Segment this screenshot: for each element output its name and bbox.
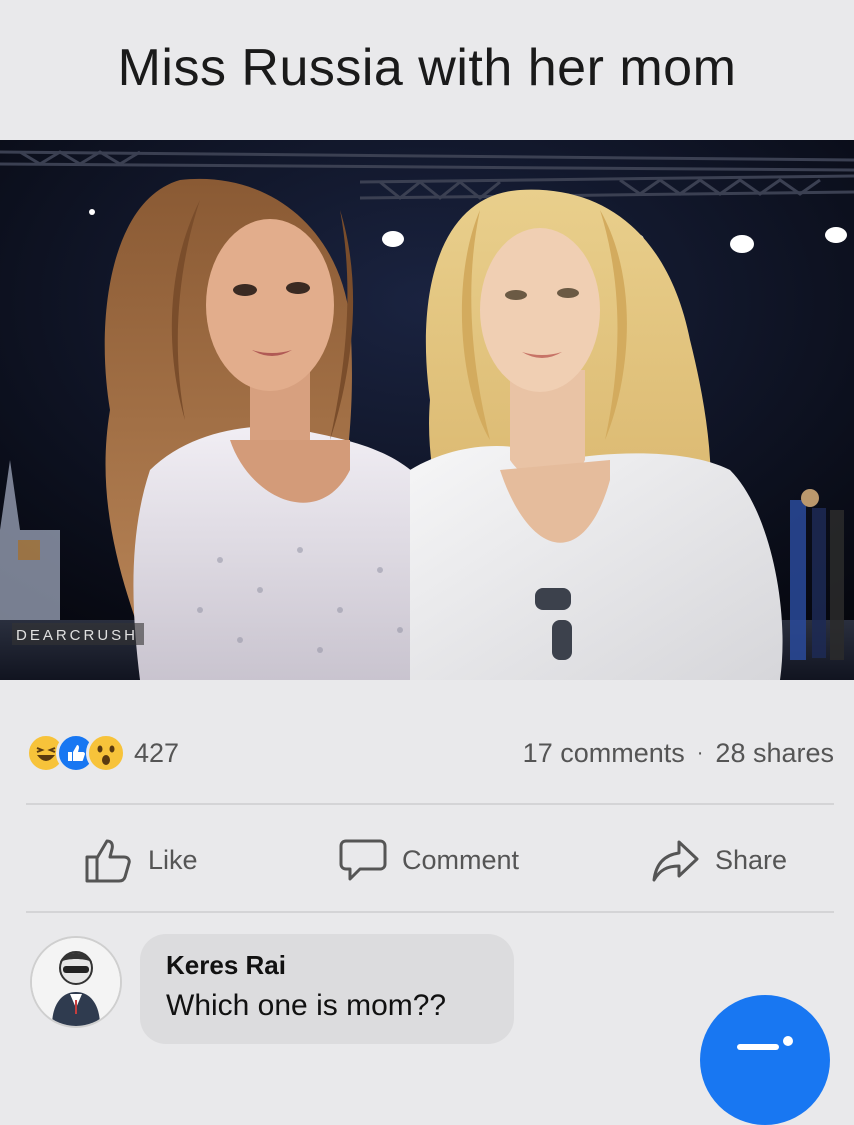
share-button[interactable]: Share: [651, 822, 787, 898]
reaction-count: 427: [134, 737, 180, 768]
shares-count-link[interactable]: 28 shares: [715, 738, 834, 769]
separator-dot: ·: [696, 741, 704, 764]
like-label: Like: [148, 844, 198, 875]
reactions-summary[interactable]: 427: [26, 732, 179, 774]
divider: [26, 803, 834, 805]
thumbs-up-icon: [85, 839, 131, 883]
compose-icon: [737, 1036, 793, 1050]
post-photo[interactable]: DEARCRUSH: [0, 140, 854, 680]
share-label: Share: [715, 844, 788, 875]
floating-compose-button[interactable]: [700, 995, 830, 1125]
like-button[interactable]: Like: [84, 822, 198, 898]
share-arrow-icon: [652, 840, 699, 882]
wow-reaction-icon: [86, 733, 126, 773]
comment-bubble[interactable]: Keres Rai Which one is mom??: [140, 934, 514, 1044]
comment-author[interactable]: Keres Rai: [166, 950, 488, 981]
post-actions-bar: Like Comment Share: [26, 822, 834, 898]
comment-button[interactable]: Comment: [338, 822, 519, 898]
comment-label: Comment: [402, 844, 520, 875]
speech-bubble-icon: [339, 839, 387, 881]
commenter-avatar[interactable]: [30, 936, 122, 1028]
post-caption: Miss Russia with her mom: [117, 39, 737, 97]
watermark-text: DEARCRUSH: [16, 627, 138, 644]
post-stats: 427 17 comments · 28 shares: [26, 732, 834, 774]
engagement-counts: 17 comments · 28 shares: [523, 732, 834, 774]
comments-count-link[interactable]: 17 comments: [523, 738, 685, 769]
comment-text: Which one is mom??: [166, 989, 447, 1022]
divider: [26, 911, 834, 913]
